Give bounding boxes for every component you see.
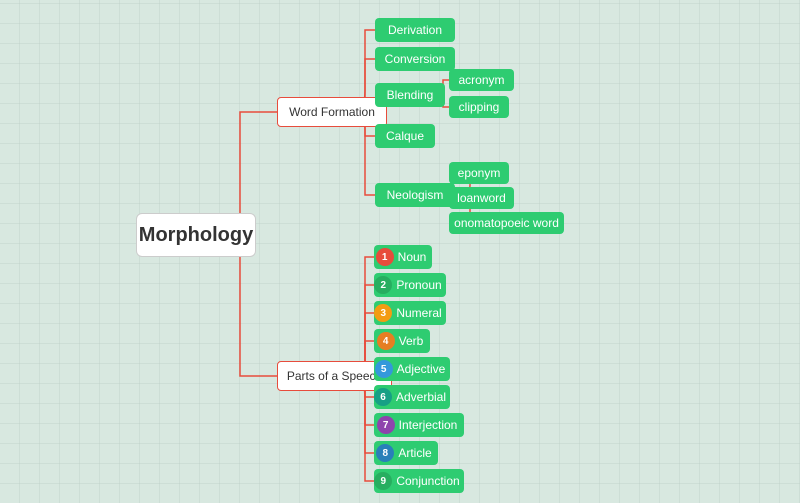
word-formation-node: Word Formation: [277, 97, 387, 127]
parts-of-speech-label: Parts of a Speech: [287, 369, 382, 383]
word-formation-label: Word Formation: [289, 105, 375, 119]
pronoun-label: Pronoun: [396, 278, 441, 292]
interjection-label: Interjection: [399, 418, 458, 432]
noun-label: Noun: [398, 250, 427, 264]
onomatopoeia-label: onomatopoeic word: [454, 216, 559, 230]
derivation-label: Derivation: [388, 23, 442, 37]
pronoun-badge: 2: [374, 276, 392, 294]
acronym-node: acronym: [449, 69, 514, 91]
loanword-node: loanword: [449, 187, 514, 209]
verb-label: Verb: [399, 334, 424, 348]
interjection-node: 7 Interjection: [374, 413, 464, 437]
article-node: 8 Article: [374, 441, 438, 465]
adjective-node: 5 Adjective: [374, 357, 450, 381]
clipping-label: clipping: [459, 100, 500, 114]
loanword-label: loanword: [457, 191, 506, 205]
morphology-label: Morphology: [139, 224, 253, 247]
adverbial-badge: 6: [374, 388, 392, 406]
noun-badge: 1: [376, 248, 394, 266]
article-label: Article: [398, 446, 431, 460]
numeral-label: Numeral: [396, 306, 441, 320]
verb-badge: 4: [377, 332, 395, 350]
numeral-node: 3 Numeral: [374, 301, 446, 325]
blending-label: Blending: [387, 88, 434, 102]
article-badge: 8: [376, 444, 394, 462]
interjection-badge: 7: [377, 416, 395, 434]
noun-node: 1 Noun: [374, 245, 432, 269]
adjective-label: Adjective: [397, 362, 446, 376]
onomatopoeia-node: onomatopoeic word: [449, 212, 564, 234]
conjunction-node: 9 Conjunction: [374, 469, 464, 493]
eponym-label: eponym: [458, 166, 501, 180]
eponym-node: eponym: [449, 162, 509, 184]
acronym-label: acronym: [459, 73, 505, 87]
verb-node: 4 Verb: [374, 329, 430, 353]
calque-node: Calque: [375, 124, 435, 148]
conjunction-badge: 9: [374, 472, 392, 490]
derivation-node: Derivation: [375, 18, 455, 42]
morphology-node: Morphology: [136, 213, 256, 257]
conversion-node: Conversion: [375, 47, 455, 71]
clipping-node: clipping: [449, 96, 509, 118]
numeral-badge: 3: [374, 304, 392, 322]
conjunction-label: Conjunction: [396, 474, 459, 488]
conversion-label: Conversion: [385, 52, 446, 66]
pronoun-node: 2 Pronoun: [374, 273, 446, 297]
adjective-badge: 5: [375, 360, 393, 378]
calque-label: Calque: [386, 129, 424, 143]
neologism-node: Neologism: [375, 183, 455, 207]
neologism-label: Neologism: [387, 188, 444, 202]
adverbial-label: Adverbial: [396, 390, 446, 404]
blending-node: Blending: [375, 83, 445, 107]
adverbial-node: 6 Adverbial: [374, 385, 450, 409]
